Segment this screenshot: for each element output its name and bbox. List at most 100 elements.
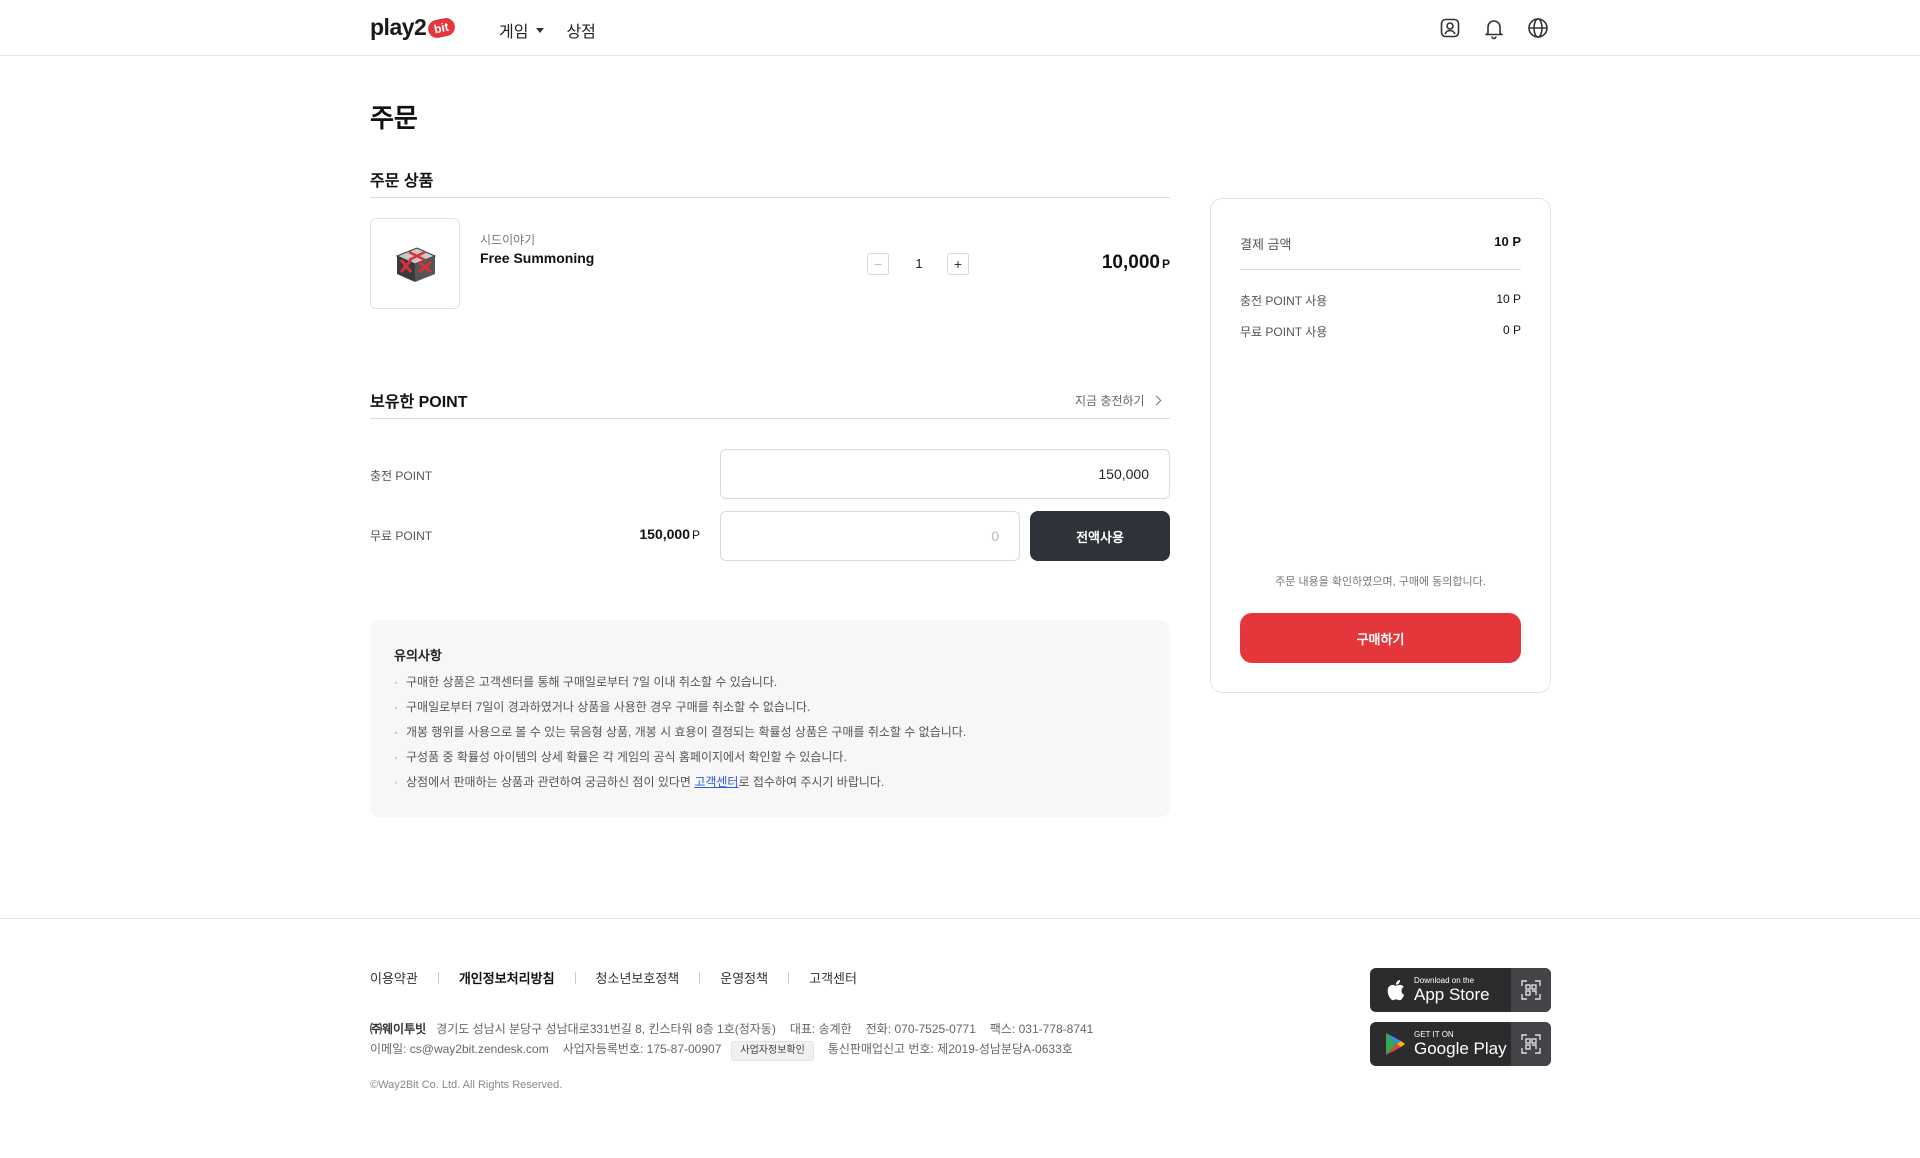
free-point-balance-unit: P (691, 528, 700, 542)
google-play-text: GET IT ON Google Play (1414, 1030, 1507, 1058)
notice-item: 개봉 행위를 사용으로 볼 수 있는 묶음형 상품, 개봉 시 효용이 결정되는… (394, 724, 966, 749)
company-info-line-2: 이메일: cs@way2bit.zendesk.com 사업자등록번호: 175-… (370, 1039, 1093, 1061)
page-title: 주문 (370, 103, 418, 133)
plus-icon: + (953, 256, 963, 272)
footer-links: 이용약관 개인정보처리방침 청소년보호정책 운영정책 고객센터 (370, 968, 857, 987)
order-divider (370, 197, 1170, 198)
customer-center-link[interactable]: 고객센터 (694, 775, 738, 789)
company-ceo: 대표: 송계한 (789, 1022, 852, 1036)
company-email: 이메일: cs@way2bit.zendesk.com (370, 1042, 549, 1056)
payment-summary-card: 결제 금액 10 P 충전 POINT 사용 10 P 무료 POINT 사용 … (1210, 198, 1551, 693)
app-store-small-text: Download on the (1414, 976, 1475, 985)
google-play-button[interactable]: GET IT ON Google Play (1370, 1022, 1551, 1066)
google-play-small-text: GET IT ON (1414, 1030, 1454, 1039)
notice-item: 상점에서 판매하는 상품과 관련하여 궁금하신 점이 있다면 고객센터로 접수하… (394, 774, 966, 799)
charge-point-input[interactable] (720, 449, 1170, 499)
google-play-big-text: Google Play (1414, 1039, 1507, 1058)
top-header: play2 bit 게임 상점 (0, 0, 1920, 56)
company-ecommerce-no: 통신판매업신고 번호: 제2019-성남분당A-0633호 (827, 1042, 1073, 1056)
total-label: 결제 금액 (1240, 237, 1292, 252)
app-store-big-text: App Store (1414, 985, 1490, 1004)
charge-use-row: 충전 POINT 사용 10 P (1240, 292, 1521, 309)
notice-title: 유의사항 (394, 648, 442, 663)
product-name: Free Summoning (480, 250, 595, 266)
points-section-title: 보유한 POINT (370, 394, 468, 411)
quantity-value: 1 (915, 256, 923, 271)
caret-down-icon (536, 27, 545, 33)
free-use-row: 무료 POINT 사용 0 P (1240, 323, 1521, 340)
qr-code-icon (1521, 980, 1541, 1000)
footer-link-operation-policy[interactable]: 운영정책 (720, 968, 768, 987)
footer-link-youth-policy[interactable]: 청소년보호정책 (596, 968, 680, 987)
product-price-unit: P (1161, 257, 1170, 271)
order-section-title: 주문 상품 (370, 173, 434, 190)
nav-shop-label: 상점 (566, 24, 596, 41)
footer-divider (0, 918, 1920, 919)
footer-separator (574, 971, 576, 984)
treasure-box-icon (395, 246, 437, 282)
google-play-main: GET IT ON Google Play (1370, 1022, 1511, 1066)
logo-badge: bit (426, 15, 457, 40)
charge-now-label: 지금 충전하기 (1075, 394, 1145, 408)
notice-list: 구매한 상품은 고객센터를 통해 구매일로부터 7일 이내 취소할 수 있습니다… (394, 674, 966, 799)
company-name: ㈜웨이투빗 (370, 1022, 427, 1036)
globe-icon[interactable] (1526, 16, 1550, 40)
use-all-button[interactable]: 전액사용 (1030, 511, 1170, 561)
app-store-text: Download on the App Store (1414, 976, 1490, 1004)
total-value: 10 P (1494, 234, 1521, 249)
app-store-qr[interactable] (1511, 968, 1551, 1012)
minus-icon: − (873, 256, 883, 272)
play2bit-logo[interactable]: play2 bit (370, 14, 457, 41)
app-store-main: Download on the App Store (1370, 968, 1511, 1012)
notice-item: 구성품 중 확률성 아이템의 상세 확률은 각 게임의 공식 홈페이지에서 확인… (394, 749, 966, 774)
nav-shop[interactable]: 상점 (566, 18, 595, 42)
free-point-input[interactable] (720, 511, 1020, 561)
product-category: 시드이야기 (480, 233, 536, 247)
free-use-label: 무료 POINT 사용 (1240, 325, 1328, 339)
nav-games-label: 게임 (499, 24, 529, 41)
company-address: 경기도 성남시 분당구 성남대로331번길 8, 킨스타워 8층 1호(정자동) (436, 1022, 776, 1036)
footer-link-terms[interactable]: 이용약관 (370, 968, 418, 987)
quantity-decrease-button[interactable]: − (867, 253, 889, 275)
company-phone: 전화: 070-7525-0771 (865, 1022, 976, 1036)
free-point-label: 무료 POINT (370, 529, 433, 543)
company-fax: 팩스: 031-778-8741 (989, 1022, 1094, 1036)
chevron-right-icon (1151, 395, 1162, 406)
quantity-increase-button[interactable]: + (947, 253, 969, 275)
free-point-balance: 150,000 P (600, 526, 700, 542)
notice-box: 유의사항 구매한 상품은 고객센터를 통해 구매일로부터 7일 이내 취소할 수… (370, 620, 1170, 817)
footer-separator (788, 971, 790, 984)
footer-link-customer-center[interactable]: 고객센터 (809, 968, 857, 987)
bell-icon[interactable] (1482, 16, 1506, 40)
summary-divider (1240, 269, 1521, 270)
main-nav: 게임 상점 (499, 18, 596, 42)
notice-item: 구매일로부터 7일이 경과하였거나 상품을 사용한 경우 구매를 취소할 수 없… (394, 699, 966, 724)
apple-icon (1387, 980, 1405, 1001)
footer-link-privacy[interactable]: 개인정보처리방침 (459, 968, 555, 987)
purchase-agreement-text: 주문 내용을 확인하였으며, 구매에 동의합니다. (1275, 576, 1486, 588)
footer-separator (437, 971, 439, 984)
header-icons (1438, 16, 1550, 40)
notice-item: 구매한 상품은 고객센터를 통해 구매일로부터 7일 이내 취소할 수 있습니다… (394, 674, 966, 699)
qr-code-icon (1521, 1034, 1541, 1054)
purchase-button[interactable]: 구매하기 (1240, 613, 1521, 663)
google-play-icon (1386, 1033, 1405, 1055)
free-use-value: 0 P (1502, 323, 1521, 337)
charge-use-label: 충전 POINT 사용 (1240, 294, 1328, 308)
app-store-button[interactable]: Download on the App Store (1370, 968, 1551, 1012)
user-account-icon[interactable] (1438, 16, 1462, 40)
points-divider (370, 418, 1170, 419)
charge-now-link[interactable]: 지금 충전하기 (1075, 392, 1162, 409)
notice-item-suffix: 로 접수하여 주시기 바랍니다. (738, 775, 885, 789)
product-price: 10,000 P (1060, 252, 1170, 274)
charge-point-label: 충전 POINT (370, 469, 433, 483)
notice-item-prefix: 상점에서 판매하는 상품과 관련하여 궁금하신 점이 있다면 (406, 775, 695, 789)
free-point-balance-value: 150,000 (639, 526, 690, 542)
nav-games[interactable]: 게임 (499, 18, 545, 42)
company-info: ㈜웨이투빗 경기도 성남시 분당구 성남대로331번길 8, 킨스타워 8층 1호… (370, 1019, 1093, 1061)
total-row: 결제 금액 10 P (1240, 234, 1521, 253)
google-play-qr[interactable] (1511, 1022, 1551, 1066)
logo-text: play2 (370, 14, 427, 40)
biz-info-check-button[interactable]: 사업자정보확인 (731, 1041, 814, 1061)
company-info-line-1: ㈜웨이투빗 경기도 성남시 분당구 성남대로331번길 8, 킨스타워 8층 1호… (370, 1019, 1093, 1039)
